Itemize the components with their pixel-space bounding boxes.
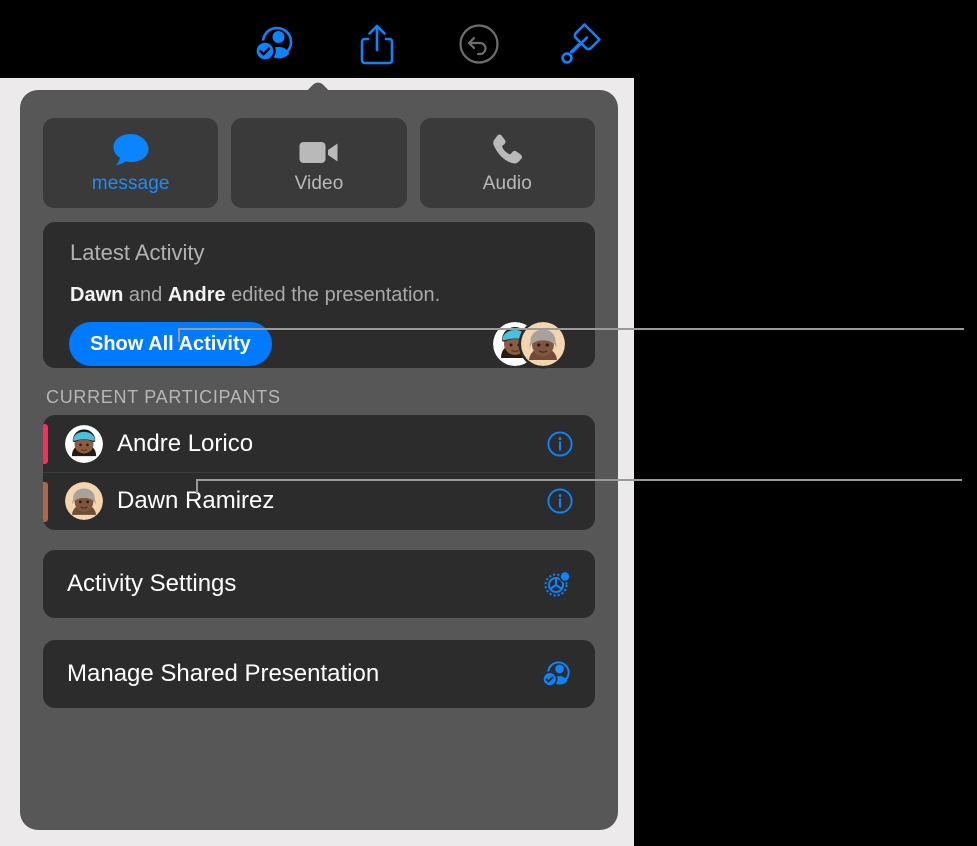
callout-line-show-all-activity-stem	[178, 328, 180, 342]
info-circle-icon[interactable]	[547, 488, 573, 514]
activity-settings-label: Activity Settings	[67, 570, 237, 597]
participants-section-header: CURRENT PARTICIPANTS	[46, 387, 281, 407]
gear-person-icon	[541, 568, 573, 600]
latest-activity-title: Latest Activity	[70, 240, 205, 265]
info-circle-icon[interactable]	[547, 430, 573, 457]
participants-list: Andre Lorico Dawn Ramirez	[43, 415, 595, 530]
screen: message Video Audio Latest Activity Dawn…	[0, 0, 977, 846]
video-button[interactable]: Video	[231, 118, 407, 208]
message-button-label: message	[91, 173, 170, 194]
activity-suffix: edited the presentation.	[225, 284, 441, 306]
participant-row-andre-lorico[interactable]: Andre Lorico	[43, 415, 595, 472]
video-camera-icon	[298, 131, 340, 167]
person-checkmark-icon	[541, 658, 573, 690]
callout-line-participant-row	[196, 479, 962, 481]
activity-conjunction: and	[123, 284, 168, 306]
person-checkmark-icon	[253, 23, 297, 65]
participant-color-bar	[43, 424, 48, 464]
avatar-dawn-ramirez	[65, 482, 103, 520]
communication-buttons: message Video Audio	[43, 118, 595, 208]
activity-name-1: Dawn	[70, 284, 124, 306]
collaboration-popover: message Video Audio Latest Activity Dawn…	[20, 90, 618, 830]
latest-activity-card: Latest Activity Dawn and Andre edited th…	[43, 222, 595, 368]
participant-color-bar	[43, 482, 48, 522]
undo-button[interactable]	[452, 17, 506, 71]
participant-name: Andre Lorico	[117, 429, 254, 457]
popover-pointer	[294, 62, 342, 92]
manage-shared-presentation-label: Manage Shared Presentation	[67, 660, 380, 687]
callout-line-participant-row-stem	[196, 479, 198, 493]
callout-line-show-all-activity	[178, 328, 964, 330]
phone-icon	[490, 131, 524, 167]
share-button[interactable]	[350, 17, 404, 71]
activity-name-2: Andre	[167, 284, 226, 306]
undo-circle-icon	[458, 23, 500, 65]
format-button[interactable]	[554, 17, 608, 71]
audio-button-label: Audio	[482, 173, 532, 194]
paintbrush-icon	[560, 22, 602, 66]
message-button[interactable]: message	[43, 118, 219, 208]
message-bubble-icon	[111, 131, 151, 167]
avatar-andre-lorico	[65, 424, 103, 463]
audio-button[interactable]: Audio	[419, 118, 595, 208]
latest-activity-summary: Dawn and Andre edited the presentation.	[70, 284, 575, 307]
activity-settings-button[interactable]: Activity Settings	[43, 550, 595, 618]
manage-shared-presentation-button[interactable]: Manage Shared Presentation	[43, 640, 595, 708]
video-button-label: Video	[294, 173, 344, 194]
share-icon	[359, 23, 395, 65]
